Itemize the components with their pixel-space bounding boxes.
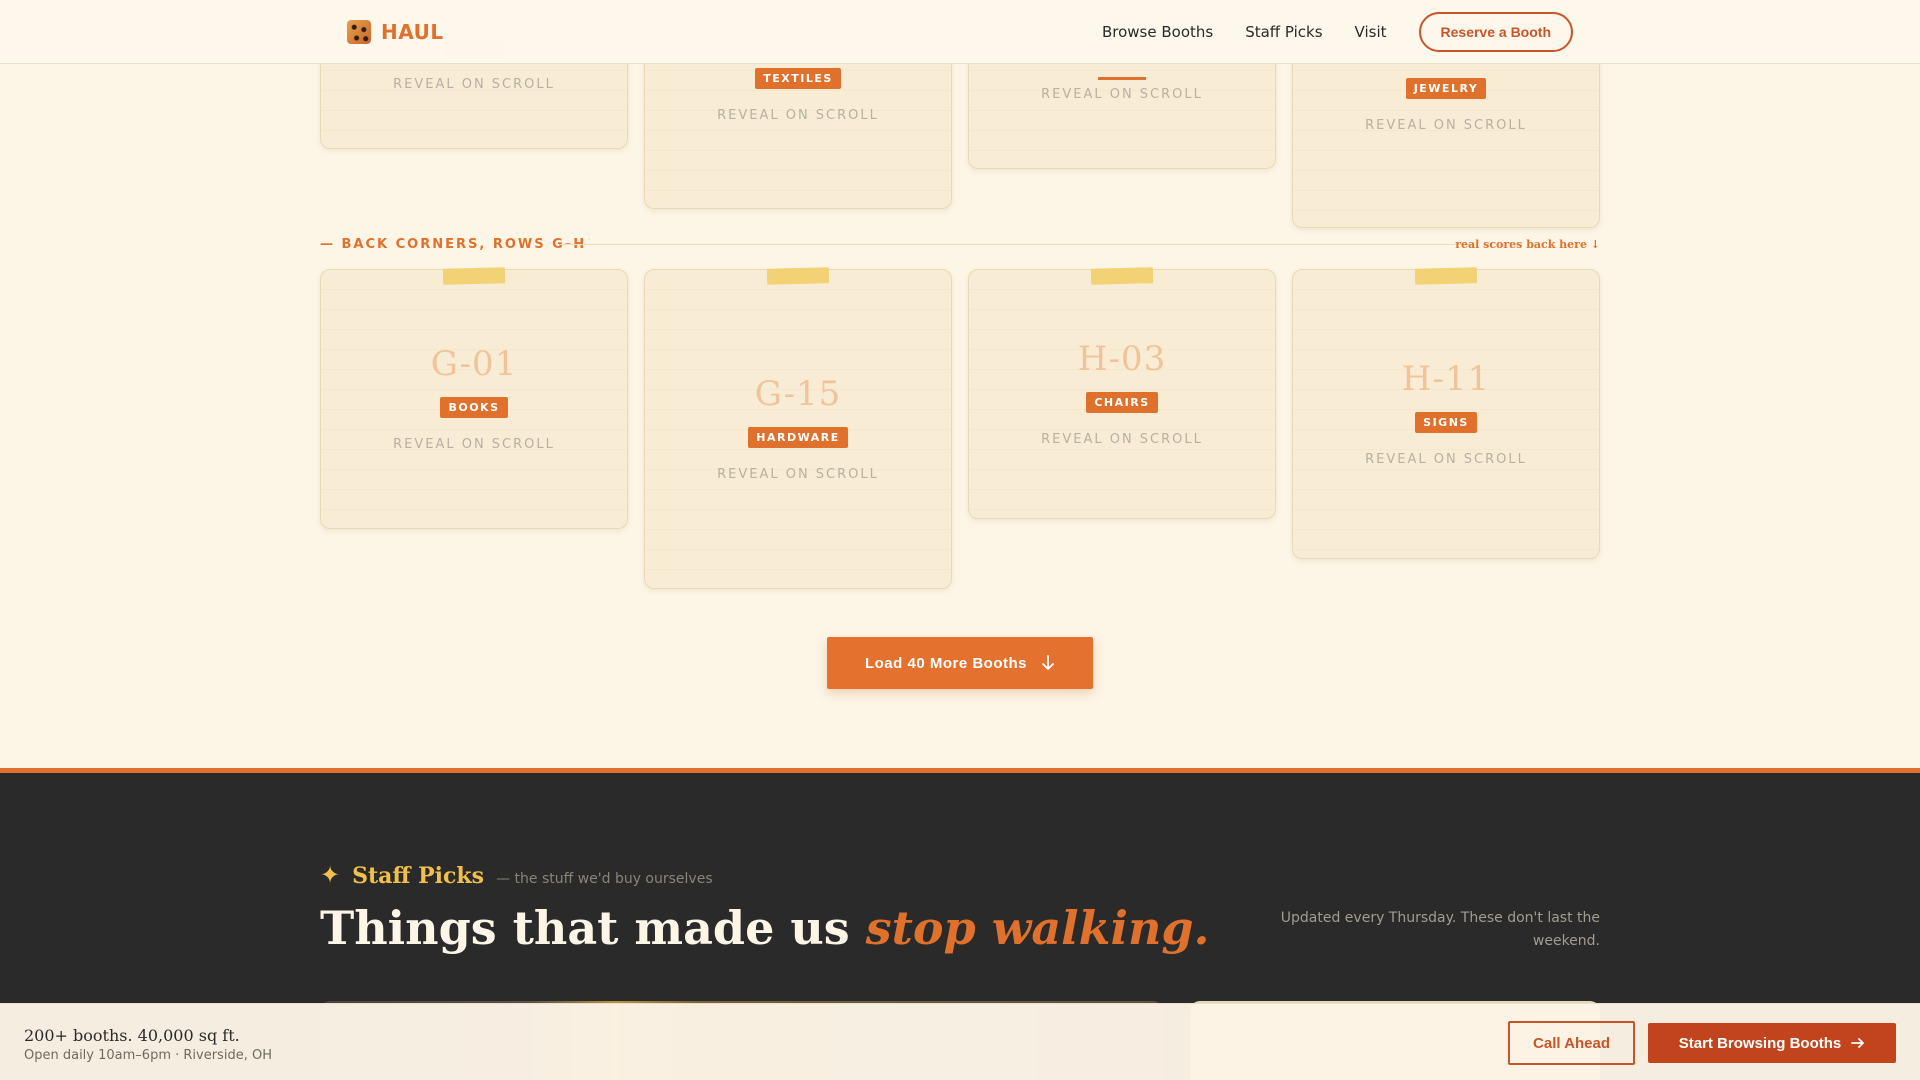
staff-picks-headline: Things that made us stop walking.	[320, 901, 1210, 955]
section-label: — BACK CORNERS, ROWS G–H	[320, 237, 587, 252]
reveal-label: REVEAL ON SCROLL	[393, 77, 555, 92]
top-nav: HAUL Browse Booths Staff Picks Visit Res…	[0, 0, 1920, 64]
reveal-label: REVEAL ON SCROLL	[393, 437, 555, 452]
booth-card-h-11[interactable]: H-11 SIGNS REVEAL ON SCROLL	[1292, 267, 1600, 559]
arrow-right-icon	[1851, 1038, 1865, 1048]
section-note: real scores back here ↓	[1455, 238, 1600, 251]
sticky-headline: 200+ booths. 40,000 sq ft.	[24, 1026, 240, 1045]
tape-decoration	[1414, 267, 1478, 285]
sparkle-icon: ✦	[320, 861, 341, 889]
start-browsing-button[interactable]: Start Browsing Booths	[1648, 1023, 1896, 1063]
tape-decoration	[442, 267, 506, 285]
load-more-booths-button[interactable]: Load 40 More Booths	[827, 637, 1093, 689]
sticky-hours: Open daily 10am–6pm · Riverside, OH	[24, 1048, 272, 1063]
staff-picks-note: Updated every Thursday. These don't last…	[1280, 910, 1600, 949]
sticky-cta-bar: 200+ booths. 40,000 sq ft. Open daily 10…	[0, 1003, 1920, 1080]
category-badge-fragment	[1098, 77, 1146, 80]
tape-decoration	[1090, 267, 1154, 285]
headline-emphasis: stop walking.	[865, 901, 1210, 955]
call-ahead-button[interactable]: Call Ahead	[1508, 1021, 1635, 1065]
booth-id: H-03	[1077, 339, 1167, 379]
reveal-label: REVEAL ON SCROLL	[1365, 452, 1527, 467]
category-badge: JEWELRY	[1405, 78, 1487, 99]
arrow-down-icon	[1042, 655, 1054, 670]
reveal-label: REVEAL ON SCROLL	[717, 108, 879, 123]
reveal-label: REVEAL ON SCROLL	[717, 467, 879, 482]
nav-links: Browse Booths Staff Picks Visit Reserve …	[1102, 12, 1573, 52]
tape-decoration	[766, 267, 830, 285]
headline-text: Things that made us	[320, 901, 866, 955]
reveal-label: REVEAL ON SCROLL	[1041, 432, 1203, 447]
booth-card-g-01[interactable]: G-01 BOOKS REVEAL ON SCROLL	[320, 267, 628, 529]
leopard-print-logo-icon	[347, 20, 371, 44]
category-badge: BOOKS	[440, 397, 508, 418]
booth-id: G-01	[430, 344, 518, 384]
start-browsing-label: Start Browsing Booths	[1678, 1034, 1842, 1052]
reserve-booth-button[interactable]: Reserve a Booth	[1418, 12, 1573, 52]
booth-card-h-03[interactable]: H-03 CHAIRS REVEAL ON SCROLL	[968, 267, 1276, 519]
reveal-label: REVEAL ON SCROLL	[1365, 118, 1527, 133]
nav-link-staff-picks[interactable]: Staff Picks	[1245, 23, 1322, 41]
nav-link-visit[interactable]: Visit	[1355, 23, 1387, 41]
booth-id: H-11	[1401, 359, 1491, 399]
section-divider	[560, 244, 1470, 245]
load-more-label: Load 40 More Booths	[864, 654, 1027, 672]
staff-picks-title: Staff Picks	[352, 863, 485, 889]
nav-link-browse-booths[interactable]: Browse Booths	[1102, 23, 1213, 41]
category-badge: TEXTILES	[755, 68, 841, 89]
staff-picks-kicker: ✦ Staff Picks — the stuff we'd buy ourse…	[320, 861, 713, 889]
category-badge: CHAIRS	[1086, 392, 1158, 413]
booth-id: G-15	[754, 374, 842, 414]
staff-picks-subtitle: — the stuff we'd buy ourselves	[496, 871, 713, 887]
brand-logo[interactable]: HAUL	[347, 20, 444, 44]
category-badge: SIGNS	[1415, 412, 1477, 433]
brand-name: HAUL	[381, 20, 444, 44]
category-badge: HARDWARE	[748, 427, 848, 448]
reveal-label: REVEAL ON SCROLL	[1041, 87, 1203, 102]
booth-card-g-15[interactable]: G-15 HARDWARE REVEAL ON SCROLL	[644, 267, 952, 589]
